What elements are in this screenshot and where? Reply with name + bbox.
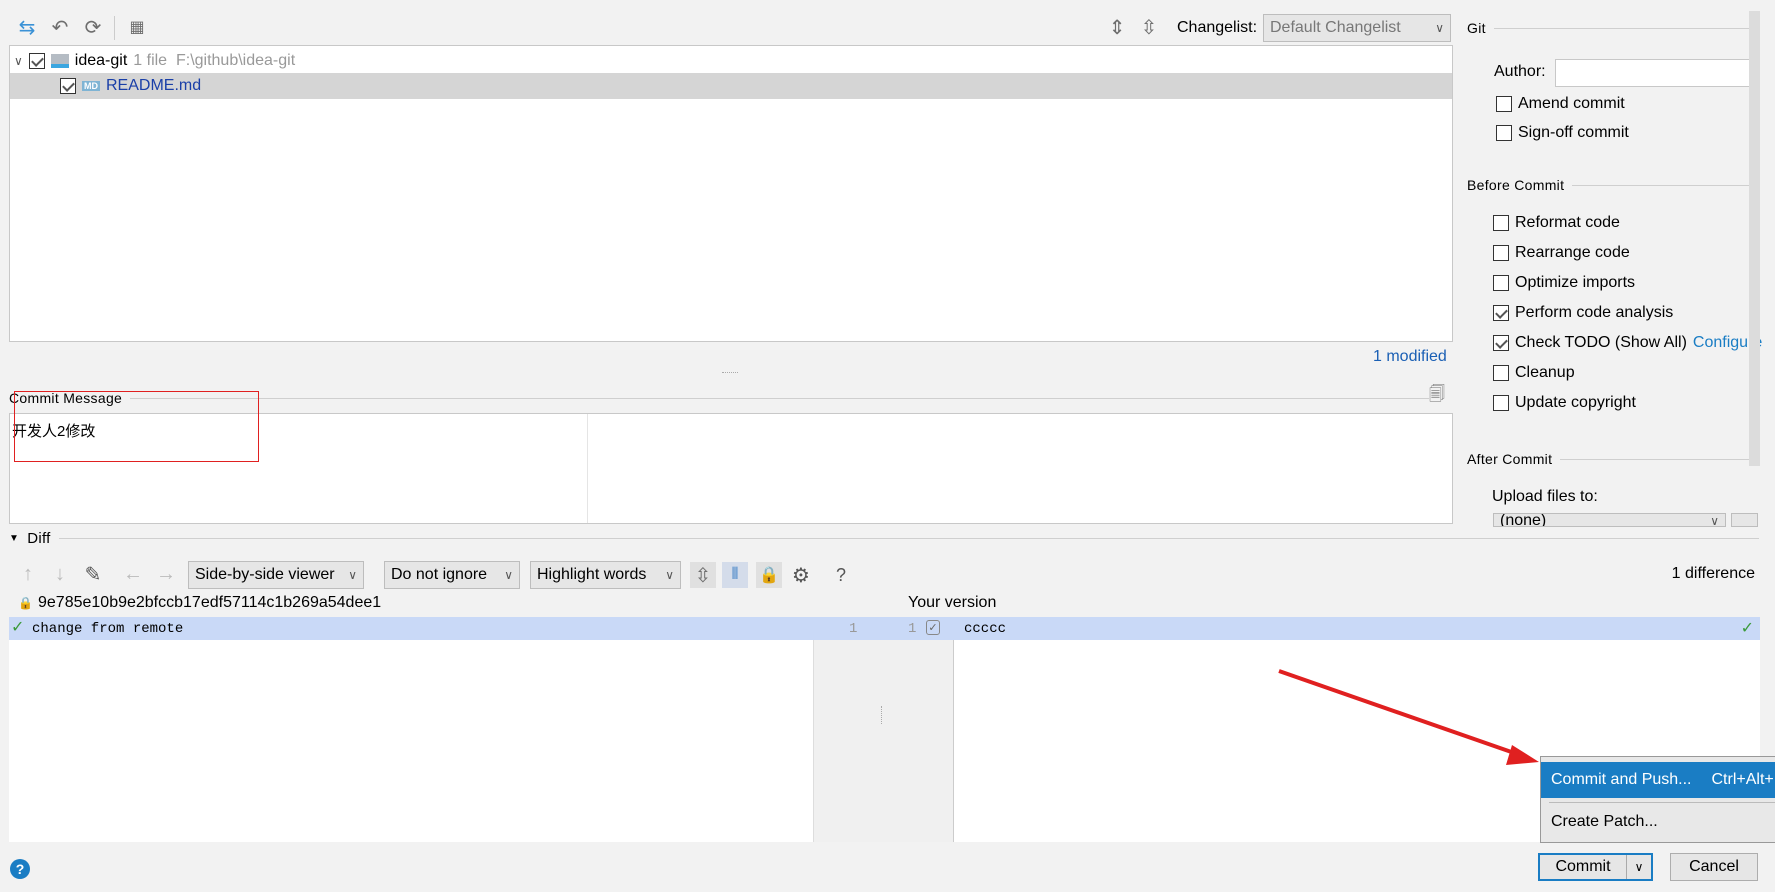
annotation-arrow xyxy=(1278,669,1539,765)
menu-item-shortcut: Ctrl+Alt+K xyxy=(1711,771,1775,788)
menu-item-create-patch[interactable]: Create Patch... xyxy=(1541,805,1775,839)
arrow-shaft xyxy=(1278,669,1521,757)
help-button[interactable]: ? xyxy=(10,859,30,879)
cancel-button[interactable]: Cancel xyxy=(1670,853,1758,881)
menu-item-label: Commit and Push... xyxy=(1551,771,1692,788)
arrow-head xyxy=(1506,745,1539,765)
menu-separator xyxy=(1549,802,1775,803)
commit-options-popup: Commit and Push... Ctrl+Alt+K Create Pat… xyxy=(1540,756,1775,843)
menu-item-label: Create Patch... xyxy=(1551,813,1658,830)
commit-button[interactable]: Commit xyxy=(1540,855,1627,879)
chevron-down-icon[interactable]: ∨ xyxy=(1627,855,1651,879)
menu-item-commit-and-push[interactable]: Commit and Push... Ctrl+Alt+K xyxy=(1541,762,1775,798)
commit-split-button[interactable]: Commit ∨ xyxy=(1538,853,1653,881)
